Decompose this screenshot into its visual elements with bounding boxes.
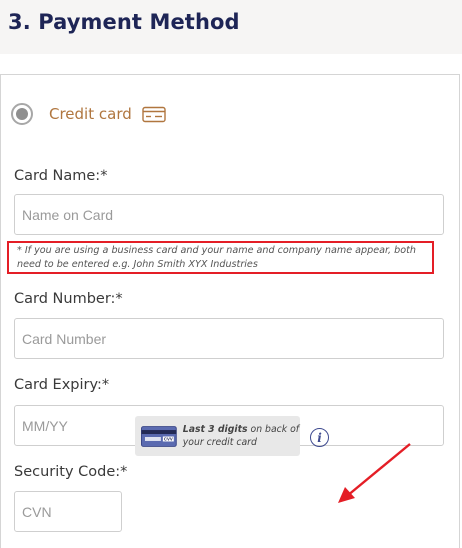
page-title: 3. Payment Method — [8, 10, 240, 34]
business-card-notice: * If you are using a business card and y… — [7, 241, 434, 274]
card-number-input[interactable] — [14, 318, 444, 359]
cvv-badge-text: CVV — [164, 436, 173, 441]
card-number-label: Card Number:* — [14, 291, 123, 307]
credit-card-option[interactable]: Credit card — [11, 103, 166, 125]
cvv-hint: CVV Last 3 digits on back of your credit… — [135, 416, 300, 456]
card-back-icon: CVV — [141, 425, 177, 447]
credit-card-label: Credit card — [49, 105, 132, 123]
cvv-hint-text: Last 3 digits on back of your credit car… — [183, 423, 300, 449]
credit-card-radio[interactable] — [11, 103, 33, 125]
credit-card-icon — [142, 106, 166, 122]
cvv-hint-bold: Last 3 digits — [182, 424, 248, 435]
payment-panel: Credit card Card Name:* * If you are usi… — [0, 74, 460, 548]
security-code-input[interactable] — [14, 491, 122, 532]
info-icon[interactable]: i — [310, 428, 329, 447]
security-code-label: Security Code:* — [14, 464, 128, 480]
card-name-input[interactable] — [14, 194, 444, 235]
card-expiry-label: Card Expiry:* — [14, 377, 110, 393]
section-header: 3. Payment Method — [0, 0, 462, 54]
radio-selected-dot — [16, 108, 28, 120]
card-name-label: Card Name:* — [14, 168, 108, 184]
